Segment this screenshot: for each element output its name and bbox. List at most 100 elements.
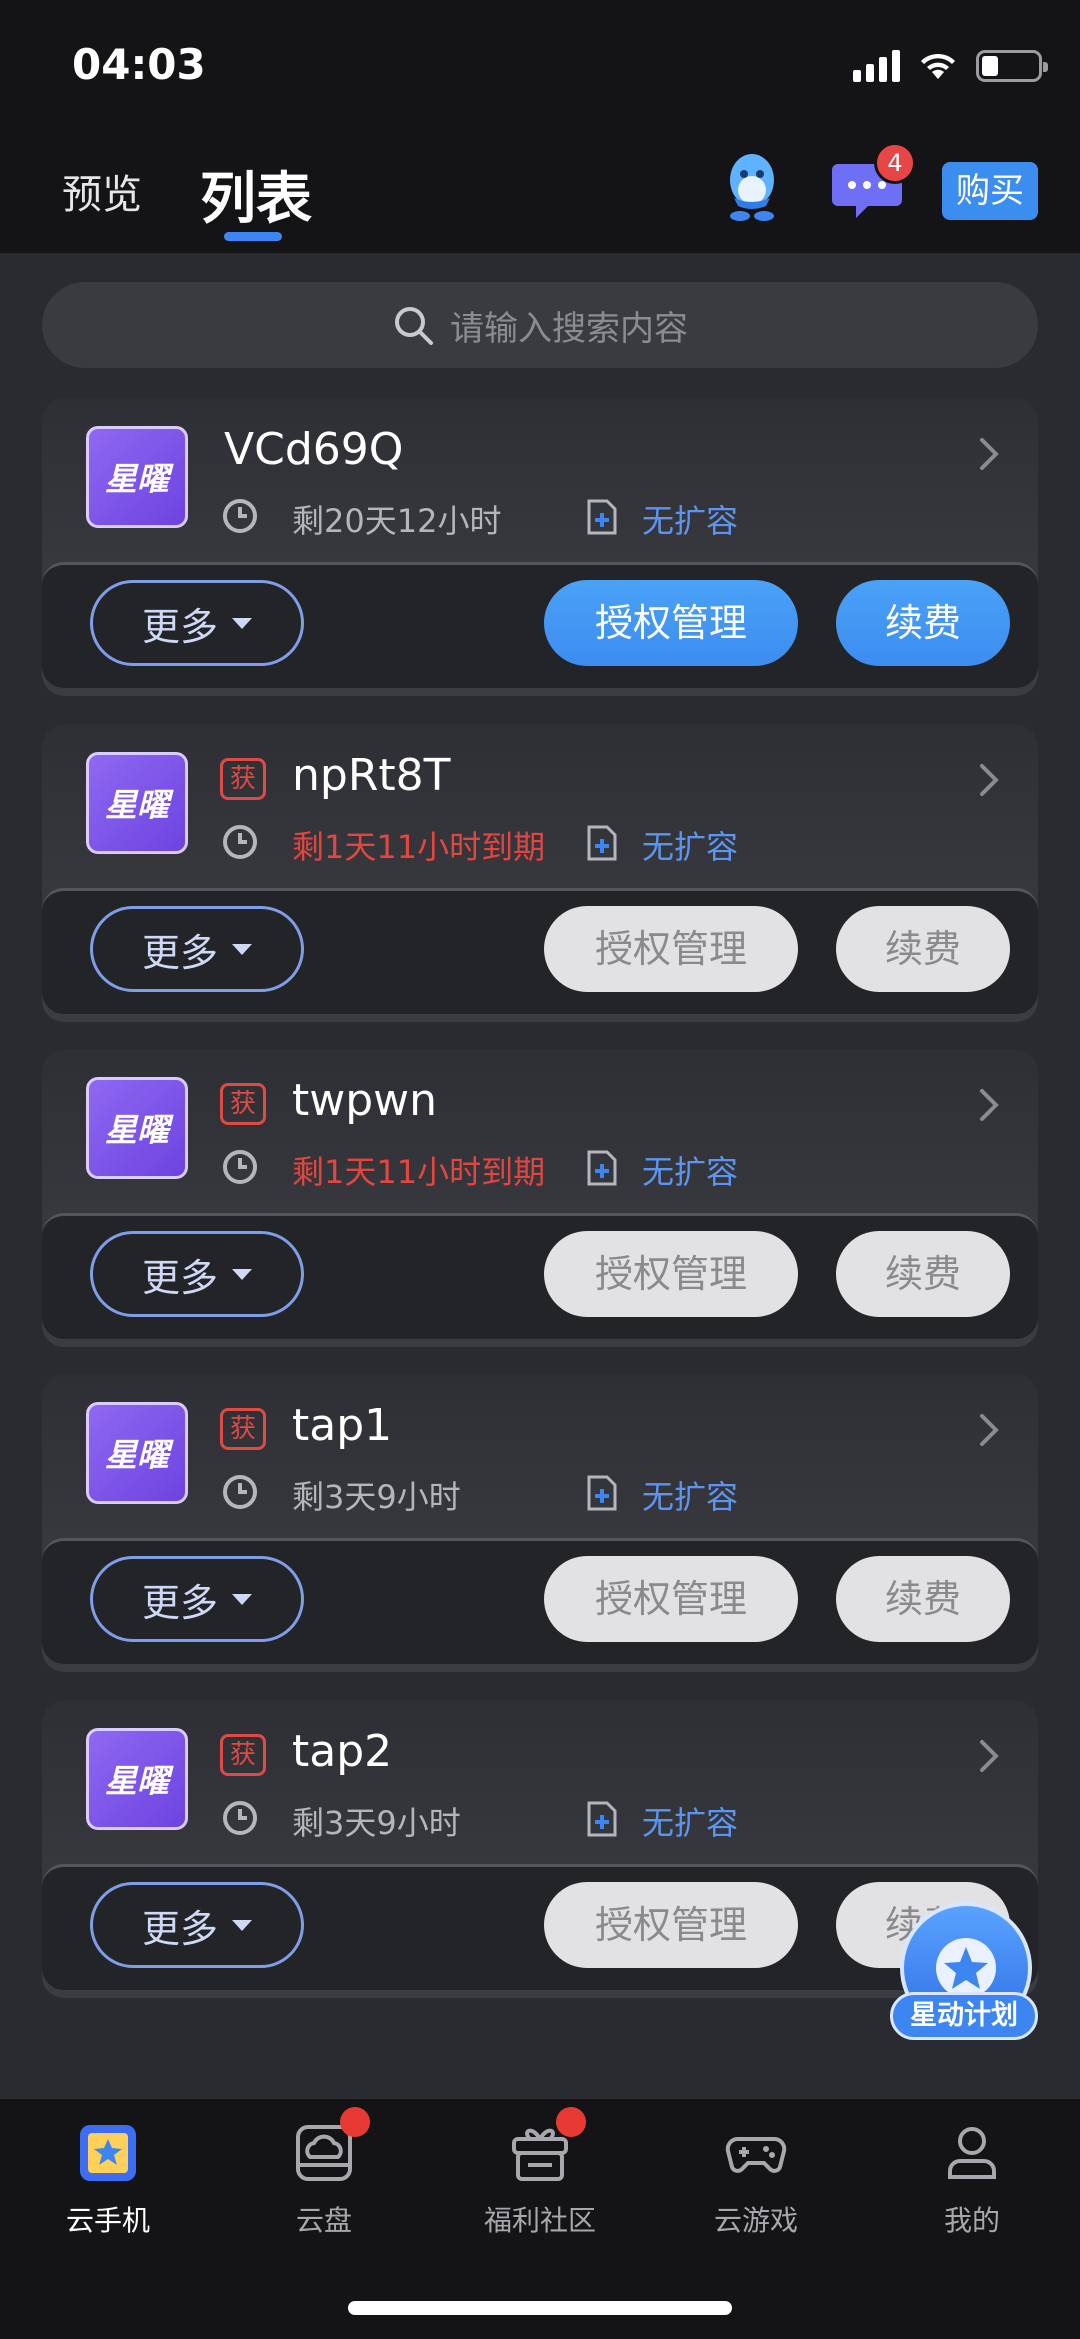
- caret-down-icon: [232, 617, 252, 629]
- more-button[interactable]: 更多: [90, 580, 304, 666]
- message-count-badge: 4: [874, 142, 916, 184]
- auth-manage-button[interactable]: 授权管理: [544, 906, 798, 992]
- device-name: twpwn: [292, 1075, 438, 1126]
- top-header: 04:03 预览 列表 4 购买: [0, 0, 1080, 253]
- nav-cloud-disk[interactable]: 云盘: [244, 2107, 404, 2239]
- expansion-file-icon: [587, 825, 617, 861]
- caret-down-icon: [232, 1268, 252, 1280]
- expansion-status[interactable]: 无扩容: [642, 822, 738, 868]
- expansion-status[interactable]: 无扩容: [642, 496, 738, 542]
- nav-label: 我的: [943, 2204, 1000, 2237]
- caret-down-icon: [232, 943, 252, 955]
- expansion-file-icon: [587, 1475, 617, 1511]
- signal-icon: [853, 50, 900, 82]
- notification-dot: [556, 2107, 586, 2137]
- nav-label: 福利社区: [483, 2204, 596, 2237]
- expansion-status[interactable]: 无扩容: [642, 1147, 738, 1193]
- device-card[interactable]: 星曜 获 twpwn 剩1天11小时到期 无扩容 更多 授权管理 续费: [42, 1049, 1038, 1345]
- renew-button[interactable]: 续费: [836, 1556, 1010, 1642]
- clock-icon: [223, 825, 257, 859]
- remaining-time: 剩20天12小时: [292, 502, 502, 540]
- notification-dot: [340, 2107, 370, 2137]
- device-logo: 星曜: [86, 1402, 188, 1504]
- chevron-right-icon[interactable]: [978, 1087, 1000, 1123]
- qq-penguin-icon[interactable]: [720, 150, 784, 222]
- nav-welfare-community[interactable]: 福利社区: [460, 2107, 620, 2239]
- more-label: 更多: [141, 604, 218, 649]
- nav-label: 云手机: [65, 2204, 150, 2237]
- search-placeholder: 请输入搜索内容: [450, 308, 688, 349]
- buy-button[interactable]: 购买: [942, 162, 1038, 220]
- more-button[interactable]: 更多: [90, 1882, 304, 1968]
- expansion-status[interactable]: 无扩容: [642, 1472, 738, 1518]
- star-plan-label: 星动计划: [890, 1992, 1038, 2040]
- more-label: 更多: [141, 1580, 218, 1625]
- cloud-phone-icon: [76, 2121, 140, 2185]
- tab-list[interactable]: 列表: [200, 154, 312, 235]
- device-card[interactable]: 星曜 VCd69Q 剩20天12小时 无扩容 更多 授权管理 续费: [42, 398, 1038, 694]
- battery-icon: [976, 50, 1048, 82]
- device-logo: 星曜: [86, 1728, 188, 1830]
- more-button[interactable]: 更多: [90, 1231, 304, 1317]
- device-logo: 星曜: [86, 426, 188, 528]
- remaining-time: 剩1天11小时到期: [292, 1153, 546, 1191]
- expansion-file-icon: [587, 499, 617, 535]
- gift-icon: [508, 2107, 586, 2185]
- clock-icon: [223, 499, 257, 533]
- expansion-file-icon: [587, 1801, 617, 1837]
- clock-icon: [223, 1150, 257, 1184]
- device-logo: 星曜: [86, 1077, 188, 1179]
- remaining-time: 剩3天9小时: [292, 1804, 461, 1842]
- chevron-right-icon[interactable]: [978, 1738, 1000, 1774]
- nav-cloud-phone[interactable]: 云手机: [28, 2121, 188, 2239]
- more-label: 更多: [141, 1255, 218, 1300]
- cloud-disk-icon: [292, 2107, 370, 2185]
- more-button[interactable]: 更多: [90, 906, 304, 992]
- chevron-right-icon[interactable]: [978, 762, 1000, 798]
- clock-icon: [223, 1475, 257, 1509]
- profile-icon: [940, 2121, 1004, 2185]
- renew-button[interactable]: 续费: [836, 906, 1010, 992]
- home-indicator[interactable]: [348, 2301, 732, 2315]
- nav-cloud-game[interactable]: 云游戏: [676, 2121, 836, 2239]
- clock-icon: [223, 1801, 257, 1835]
- chevron-right-icon[interactable]: [978, 436, 1000, 472]
- expansion-file-icon: [587, 1150, 617, 1186]
- gift-tag-badge: 获: [220, 1083, 266, 1125]
- nav-label: 云盘: [295, 2204, 352, 2237]
- tab-preview[interactable]: 预览: [62, 162, 142, 220]
- nav-label: 云游戏: [713, 2204, 798, 2237]
- tab-indicator: [224, 232, 282, 241]
- auth-manage-button[interactable]: 授权管理: [544, 1882, 798, 1968]
- wifi-icon: [921, 53, 955, 79]
- auth-manage-button[interactable]: 授权管理: [544, 580, 798, 666]
- device-card[interactable]: 星曜 获 tap1 剩3天9小时 无扩容 更多 授权管理 续费: [42, 1374, 1038, 1670]
- device-card[interactable]: 星曜 获 npRt8T 剩1天11小时到期 无扩容 更多 授权管理 续费: [42, 724, 1038, 1020]
- remaining-time: 剩3天9小时: [292, 1478, 461, 1516]
- renew-button[interactable]: 续费: [836, 1231, 1010, 1317]
- auth-manage-button[interactable]: 授权管理: [544, 1231, 798, 1317]
- status-icons: [853, 46, 1048, 86]
- auth-manage-button[interactable]: 授权管理: [544, 1556, 798, 1642]
- nav-profile[interactable]: 我的: [892, 2121, 1052, 2239]
- more-button[interactable]: 更多: [90, 1556, 304, 1642]
- star-plan-floating-button[interactable]: 星动计划: [890, 1892, 1040, 2040]
- device-card[interactable]: 星曜 获 tap2 剩3天9小时 无扩容 更多 授权管理 续费: [42, 1700, 1038, 1996]
- caret-down-icon: [232, 1919, 252, 1931]
- gamepad-icon: [724, 2121, 788, 2185]
- expansion-status[interactable]: 无扩容: [642, 1798, 738, 1844]
- more-label: 更多: [141, 930, 218, 975]
- search-icon: [395, 307, 433, 345]
- device-name: tap1: [292, 1400, 393, 1451]
- gift-tag-badge: 获: [220, 1734, 266, 1776]
- status-time: 04:03: [72, 40, 206, 89]
- device-logo: 星曜: [86, 752, 188, 854]
- gift-tag-badge: 获: [220, 1408, 266, 1450]
- search-bar[interactable]: 请输入搜索内容: [42, 282, 1038, 368]
- chevron-right-icon[interactable]: [978, 1412, 1000, 1448]
- renew-button[interactable]: 续费: [836, 580, 1010, 666]
- remaining-time: 剩1天11小时到期: [292, 828, 546, 866]
- device-name: npRt8T: [292, 750, 451, 801]
- more-label: 更多: [141, 1906, 218, 1951]
- device-name: tap2: [292, 1726, 393, 1777]
